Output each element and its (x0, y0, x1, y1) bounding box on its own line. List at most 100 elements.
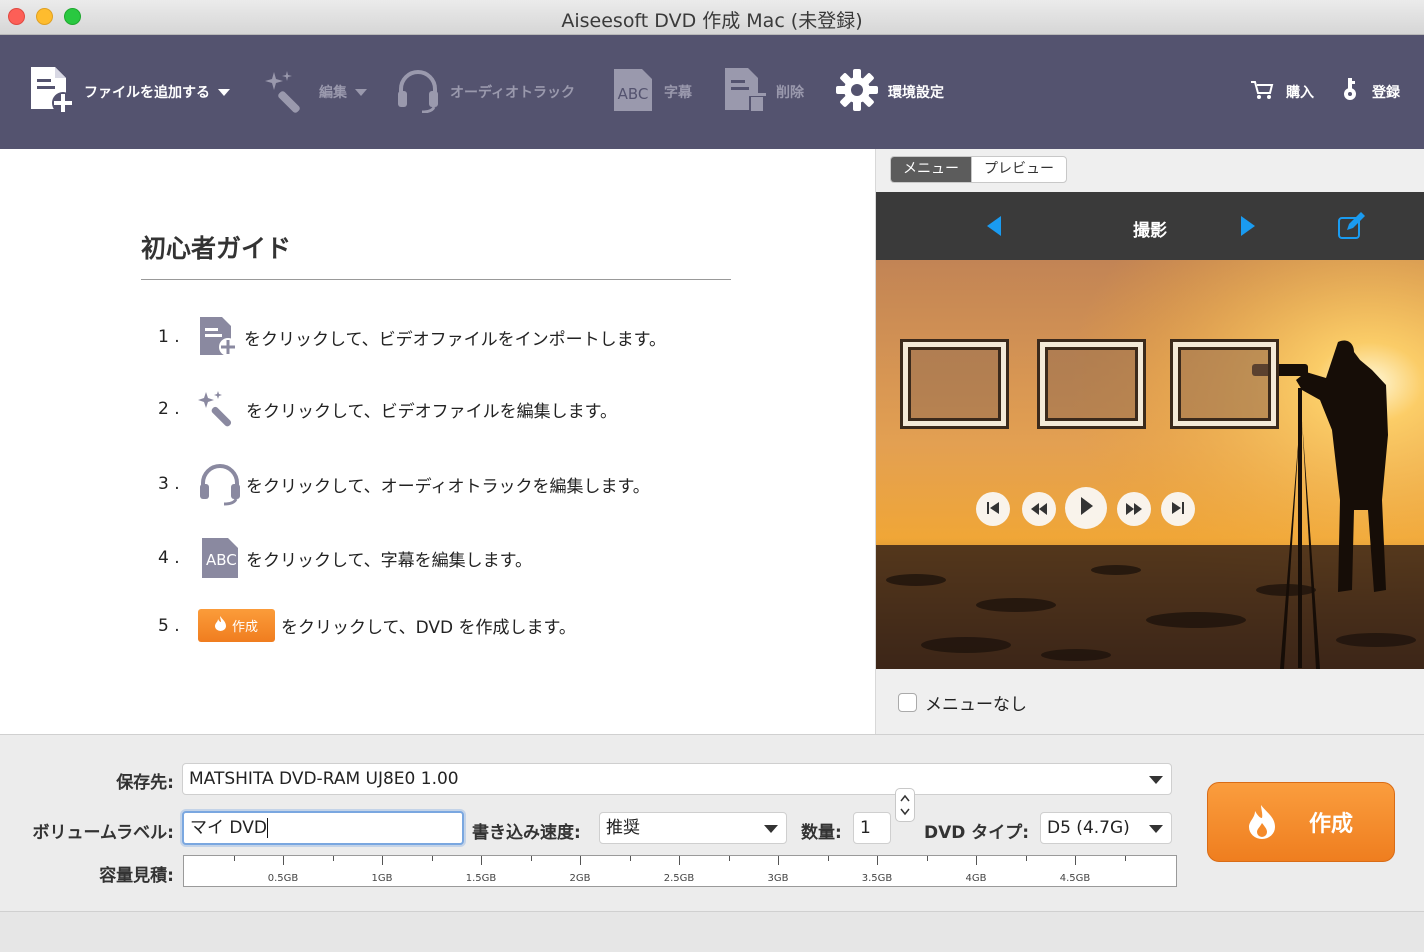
title-bar: Aiseesoft DVD 作成 Mac (未登録) (0, 0, 1424, 35)
magic-wand-icon (263, 67, 309, 117)
step-text: をクリックして、DVD を作成します。 (281, 618, 576, 638)
capacity-label: 容量見積: (99, 866, 174, 886)
no-menu-label: メニューなし (925, 695, 1027, 715)
add-file-label: ファイルを追加する (84, 85, 210, 101)
chevron-down-icon (1149, 825, 1163, 833)
register-label: 登録 (1372, 85, 1400, 101)
volume-label: ボリュームラベル: (32, 823, 174, 843)
destination-select[interactable]: MATSHITA DVD-RAM UJ8E0 1.00 (182, 763, 1172, 795)
edit-menu-icon[interactable] (1337, 212, 1365, 244)
add-file-icon (28, 65, 74, 119)
menu-preview-toggle: メニュー プレビュー (890, 156, 1067, 183)
chapter-thumbnail-3[interactable] (1173, 342, 1276, 426)
window-title: Aiseesoft DVD 作成 Mac (未登録) (561, 10, 863, 32)
tab-preview[interactable]: プレビュー (971, 157, 1066, 182)
preferences-label: 環境設定 (888, 85, 944, 101)
tab-menu[interactable]: メニュー (891, 157, 971, 182)
chevron-down-icon (355, 88, 367, 96)
edit-button[interactable]: 編集 (263, 35, 367, 149)
step-number: 1 . (158, 327, 180, 347)
volume-label-input[interactable]: マイ DVD (182, 811, 464, 845)
create-chip: 作成 (198, 609, 275, 642)
dvd-type-label: DVD タイプ: (924, 823, 1030, 843)
skip-forward-button[interactable] (1161, 492, 1195, 526)
headphones-icon (198, 462, 242, 506)
next-template-icon[interactable] (1239, 216, 1255, 240)
chapter-thumbnail-2[interactable] (1040, 342, 1143, 426)
quantity-label: 数量: (801, 823, 842, 843)
subtitle-label: 字幕 (664, 85, 692, 101)
magic-wand-icon (198, 389, 242, 429)
subtitle-abc-icon: ABC (612, 67, 654, 117)
step-number: 5 . (158, 615, 180, 636)
guide-step-4: 4 . ABC をクリックして、字幕を編集します。 (158, 536, 532, 580)
headphones-icon (396, 67, 440, 117)
fast-forward-icon (1126, 500, 1142, 519)
create-dvd-label: 作成 (1308, 812, 1353, 837)
skip-forward-icon (1171, 500, 1185, 519)
guide-step-2: 2 . をクリックして、ビデオファイルを編集します。 (158, 389, 617, 429)
subtitle-abc-icon: ABC (198, 536, 242, 580)
output-settings: 保存先: MATSHITA DVD-RAM UJ8E0 1.00 ボリュームラベ… (0, 734, 1424, 911)
guide-divider (141, 279, 731, 280)
add-file-icon (198, 315, 240, 359)
flame-icon (214, 616, 226, 635)
dvd-type-value: D5 (4.7G) (1047, 818, 1130, 838)
skip-back-button[interactable] (976, 492, 1010, 526)
capacity-tick-label: 0.5GB (267, 873, 299, 884)
guide-title: 初心者ガイド (141, 234, 292, 263)
step-text: をクリックして、字幕を編集します。 (246, 550, 532, 571)
buy-button[interactable]: 購入 (1250, 35, 1314, 149)
subtitle-button[interactable]: ABC 字幕 (612, 35, 692, 149)
abc-icon-text: ABC (206, 551, 237, 569)
fast-forward-button[interactable] (1117, 492, 1151, 526)
capacity-tick-label: 4GB (965, 873, 987, 884)
register-button[interactable]: 登録 (1342, 35, 1400, 149)
delete-file-icon (722, 66, 766, 118)
write-speed-label: 書き込み速度: (472, 823, 581, 843)
quantity-input[interactable]: 1 (853, 812, 891, 844)
audio-track-button[interactable]: オーディオトラック (396, 35, 575, 149)
add-file-button[interactable]: ファイルを追加する (28, 35, 230, 149)
no-menu-option[interactable]: メニューなし (898, 690, 1027, 715)
chevron-down-icon (1149, 776, 1163, 784)
quantity-stepper[interactable] (895, 788, 915, 822)
delete-label: 削除 (776, 85, 804, 101)
step-number: 2 . (158, 399, 180, 419)
main-toolbar: ファイルを追加する 編集 オーディオトラック ABC 字幕 削除 環境設定 購入… (0, 35, 1424, 149)
write-speed-select[interactable]: 推奨 (599, 812, 787, 844)
audio-track-label: オーディオトラック (450, 85, 576, 101)
step-number: 4 . (158, 548, 180, 568)
buy-label: 購入 (1286, 85, 1314, 101)
preferences-button[interactable]: 環境設定 (836, 35, 944, 149)
beginner-guide-panel: 初心者ガイド 1 . をクリックして、ビデオファイルをインポートします。 2 .… (0, 149, 876, 734)
guide-step-3: 3 . をクリックして、オーディオトラックを編集します。 (158, 462, 650, 506)
step-number: 3 . (158, 474, 180, 494)
capacity-meter: 0.5GB 1GB 1.5GB 2GB 2.5GB 3GB 3.5GB 4GB … (183, 855, 1177, 887)
menu-preview-image (876, 260, 1424, 669)
volume-value: マイ DVD (190, 818, 267, 838)
play-button[interactable] (1065, 487, 1107, 529)
rewind-button[interactable] (1022, 492, 1056, 526)
edit-label: 編集 (319, 85, 347, 101)
gear-icon (836, 69, 878, 115)
capacity-tick-label: 1.5GB (465, 873, 497, 884)
chapter-thumbnail-1[interactable] (903, 342, 1006, 426)
capacity-tick-label: 1GB (371, 873, 393, 884)
destination-value: MATSHITA DVD-RAM UJ8E0 1.00 (189, 769, 459, 789)
create-chip-label: 作成 (231, 620, 258, 635)
no-menu-checkbox[interactable] (898, 693, 917, 712)
create-dvd-button[interactable]: 作成 (1207, 782, 1395, 862)
flame-icon (1248, 805, 1275, 839)
template-navigation-bar: 撮影 (876, 192, 1424, 260)
delete-button[interactable]: 削除 (722, 35, 804, 149)
capacity-tick-label: 2.5GB (663, 873, 695, 884)
svg-text:ABC: ABC (618, 85, 649, 103)
capacity-tick-label: 4.5GB (1059, 873, 1091, 884)
skip-back-icon (986, 500, 1000, 519)
guide-step-5: 5 . 作成 をクリックして、DVD を作成します。 (158, 609, 576, 642)
rewind-icon (1031, 500, 1047, 519)
destination-label: 保存先: (116, 773, 174, 793)
chevron-down-icon (764, 825, 778, 833)
dvd-type-select[interactable]: D5 (4.7G) (1040, 812, 1172, 844)
